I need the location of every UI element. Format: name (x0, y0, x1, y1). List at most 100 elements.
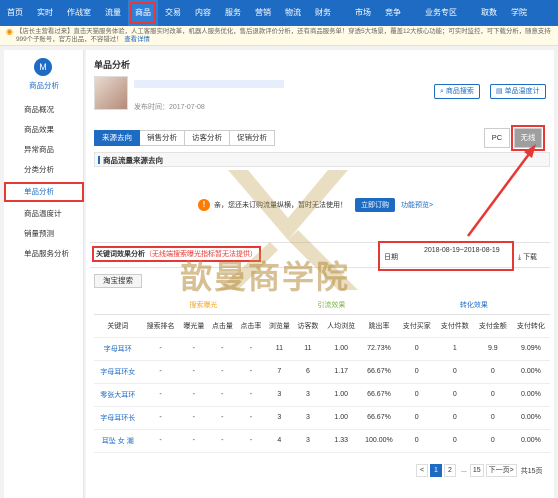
table-cell: 0 (473, 360, 512, 384)
table-cell: - (141, 360, 180, 384)
table-cell: 66.67% (360, 406, 398, 430)
table-cell: 0 (435, 406, 474, 430)
nav-item-academy[interactable]: 学院 (504, 0, 534, 26)
table-group-2: 引流效果 (265, 296, 398, 315)
table-cell: - (141, 429, 180, 453)
product-thumbnail[interactable] (94, 76, 128, 110)
nav-item-service[interactable]: 服务 (218, 0, 248, 26)
tab-sales[interactable]: 销售分析 (140, 130, 185, 146)
nav-item-fetch[interactable]: 取数 (474, 0, 504, 26)
sidebar: M 商品分析 商品概况 商品效果 异常商品 分类分析 单品分析 商品温度计 销量… (4, 50, 84, 498)
thermometer-button[interactable]: ▤ 单品温度计 (490, 84, 546, 99)
table-header-cell[interactable]: 访客数 (293, 314, 323, 338)
nav-item-business-zone[interactable]: 业务专区 (418, 0, 464, 26)
keyword-link[interactable]: 耳坠 女 潮 (94, 429, 142, 453)
table-cell: 0 (473, 429, 512, 453)
nav-item-competition[interactable]: 竞争 (378, 0, 408, 26)
sidebar-item-thermometer[interactable]: 商品温度计 (4, 204, 84, 224)
analysis-tabs: 来源去向 销售分析 访客分析 促销分析 (94, 130, 275, 146)
nav-item-traffic[interactable]: 流量 (98, 0, 128, 26)
top-nav: 首页 实时 作战室 流量 商品 交易 内容 服务 营销 物流 财务 市场 竞争 业务专区 取数 学院 (0, 0, 558, 26)
download-label: 下载 (523, 254, 538, 261)
search-icon: ⌕ (440, 88, 444, 95)
nav-item-market[interactable]: 市场 (348, 0, 378, 26)
table-cell: 100.00% (360, 429, 398, 453)
table-cell: 0.00% (511, 360, 550, 384)
table-header-cell[interactable]: 浏览量 (265, 314, 294, 338)
nav-item-marketing[interactable]: 营销 (248, 0, 278, 26)
tab-promotion[interactable]: 促销分析 (230, 130, 275, 146)
sidebar-title: 商品分析 (29, 81, 59, 90)
keyword-link[interactable]: 字母耳环女 (94, 360, 142, 384)
nav-item-product[interactable]: 商品 (128, 0, 158, 26)
thermometer-label: 单品温度计 (504, 88, 540, 95)
table-cell: 0 (435, 383, 474, 407)
page-button[interactable]: 1 (430, 464, 442, 477)
table-header-cell[interactable]: 点击率 (236, 314, 266, 338)
table-header-cell[interactable]: 支付买家 (397, 314, 436, 338)
nav-item-trade[interactable]: 交易 (158, 0, 188, 26)
table-row: 字母耳环女 - - - -7 6 1.17 66.67% 0 0 0 0.00% (94, 360, 550, 384)
table-cell: 0 (435, 360, 474, 384)
table-cell: 1.00 (322, 383, 361, 407)
table-header-cell[interactable]: 点击量 (208, 314, 237, 338)
wireless-toggle[interactable]: 无线 (511, 125, 545, 151)
keyword-link[interactable]: 字母耳环长 (94, 406, 142, 430)
warning-icon: ! (198, 199, 210, 211)
table-cell: 1.33 (322, 429, 361, 453)
nav-item-war-room[interactable]: 作战室 (60, 0, 98, 26)
table-cell: - (208, 360, 237, 384)
sidebar-item-effect[interactable]: 商品效果 (4, 120, 84, 140)
subscription-warning: ! 亲，您还未订购流量纵横，暂时无法使用！ 立即订购 功能预览> (198, 198, 433, 212)
sidebar-item-sales-forecast[interactable]: 销量预测 (4, 224, 84, 244)
product-search-button[interactable]: ⌕ 商品搜索 (434, 84, 480, 99)
table-cell: 0 (435, 429, 474, 453)
sidebar-item-abnormal[interactable]: 异常商品 (4, 140, 84, 160)
next-page-button[interactable]: 下一页> (485, 464, 517, 477)
table-header-cell[interactable]: 人均浏览 (322, 314, 361, 338)
table-cell: 6 (293, 360, 323, 384)
table-cell: - (208, 383, 237, 407)
table-cell: 3 (265, 383, 294, 407)
preview-link[interactable]: 功能预览> (401, 200, 433, 210)
table-header-cell[interactable]: 曝光量 (179, 314, 209, 338)
table-header-cell[interactable]: 支付转化 (511, 314, 550, 338)
tab-source[interactable]: 来源去向 (94, 130, 140, 146)
table-header-cell[interactable]: 支付金额 (473, 314, 512, 338)
page-button[interactable]: 2 (444, 464, 456, 477)
subscribe-button[interactable]: 立即订购 (355, 198, 395, 212)
nav-item-realtime[interactable]: 实时 (30, 0, 60, 26)
nav-item-logistics[interactable]: 物流 (278, 0, 308, 26)
table-header-cell[interactable]: 支付件数 (435, 314, 474, 338)
keyword-title-text: 关键词效果分析 (96, 251, 145, 258)
keyword-link[interactable]: 字母耳环 (94, 337, 142, 361)
date-picker[interactable]: 日期 2018-08-19~2018-08-19 (378, 241, 514, 271)
publish-time: 发布时间：2017-07-08 (134, 104, 205, 111)
table-cell: 0.00% (511, 429, 550, 453)
pc-toggle[interactable]: PC (484, 128, 510, 148)
table-header-cell[interactable]: 跳出率 (360, 314, 398, 338)
table-cell: - (179, 406, 209, 430)
watermark-text: 歆曼商学院 (180, 258, 351, 296)
table-cell: 9.09% (511, 337, 550, 361)
table-header-cell[interactable]: 搜索排名 (141, 314, 180, 338)
table-cell: 0 (397, 337, 436, 361)
table-cell: 7 (265, 360, 294, 384)
table-header-cell[interactable]: 关键词 (94, 314, 142, 338)
nav-item-finance[interactable]: 财务 (308, 0, 338, 26)
sidebar-item-category[interactable]: 分类分析 (4, 160, 84, 180)
sidebar-item-single-product[interactable]: 单品分析 (4, 182, 84, 202)
nav-item-content[interactable]: 内容 (188, 0, 218, 26)
keyword-link[interactable]: 零张大耳环 (94, 383, 142, 407)
tab-visitor[interactable]: 访客分析 (185, 130, 230, 146)
keyword-table: 搜索曝光 引流效果 转化效果 关键词 搜索排名 曝光量 点击量 点击率 浏览量 访客数 人均浏览 跳出… (94, 296, 550, 453)
last-page-button[interactable]: 15 (469, 464, 484, 477)
table-group-1: 搜索曝光 (141, 296, 266, 315)
taobao-search-tab[interactable]: 淘宝搜索 (94, 274, 142, 288)
prev-page-button[interactable]: < (416, 464, 428, 477)
download-button[interactable]: ⤓ 下载 (518, 252, 537, 262)
sidebar-item-overview[interactable]: 商品概况 (4, 100, 84, 120)
sidebar-item-service[interactable]: 单品服务分析 (4, 244, 84, 264)
notice-link[interactable]: 查看详情 (124, 36, 150, 43)
nav-item-home[interactable]: 首页 (0, 0, 30, 26)
